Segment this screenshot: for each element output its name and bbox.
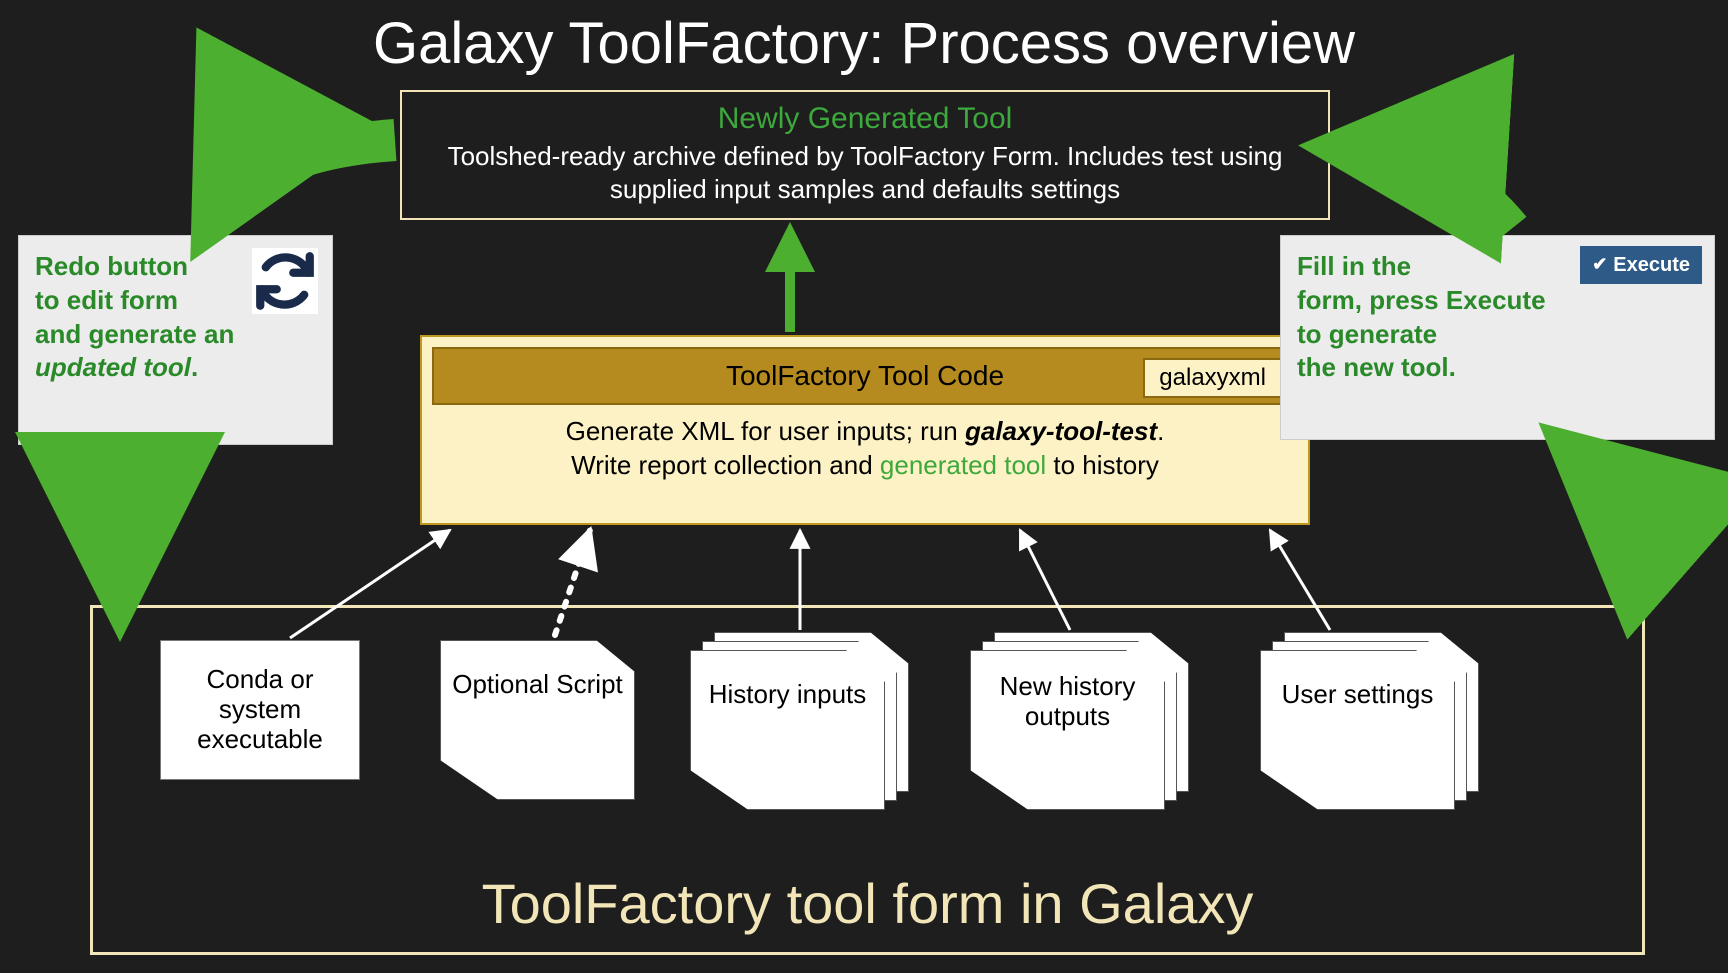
redo-l3: and generate an	[35, 319, 234, 349]
page-title: Galaxy ToolFactory: Process overview	[0, 10, 1728, 77]
card-conda: Conda or system executable	[160, 640, 360, 780]
toolcode-body: Generate XML for user inputs; run galaxy…	[432, 415, 1298, 483]
toolfactory-code-box: ToolFactory Tool Code galaxyxml Generate…	[420, 335, 1310, 525]
exec-l2: form, press Execute	[1297, 285, 1546, 315]
tc-line1c: .	[1157, 416, 1164, 446]
toolcode-header: ToolFactory Tool Code galaxyxml	[432, 347, 1298, 405]
execute-callout: ✔ Execute Fill in the form, press Execut…	[1280, 235, 1715, 440]
card-history-inputs-label: History inputs	[690, 680, 885, 710]
card-history-outputs: New history outputs	[970, 650, 1190, 820]
tc-line2a: Write report collection and	[571, 450, 880, 480]
execute-button[interactable]: ✔ Execute	[1580, 246, 1702, 284]
exec-l1: Fill in the	[1297, 251, 1411, 281]
card-optional-script: Optional Script	[440, 640, 635, 810]
redo-l2: to edit form	[35, 285, 178, 315]
tc-line1b: galaxy-tool-test	[965, 416, 1157, 446]
ngt-title: Newly Generated Tool	[422, 102, 1308, 136]
execute-label: Execute	[1613, 252, 1690, 278]
newly-generated-tool-box: Newly Generated Tool Toolshed-ready arch…	[400, 90, 1330, 220]
check-icon: ✔	[1592, 253, 1607, 276]
form-title: ToolFactory tool form in Galaxy	[93, 871, 1642, 936]
redo-l1: Redo button	[35, 251, 188, 281]
tc-line1a: Generate XML for user inputs; run	[566, 416, 965, 446]
card-user-settings: User settings	[1260, 650, 1480, 820]
exec-l4: the new tool.	[1297, 352, 1456, 382]
card-optional-script-label: Optional Script	[440, 670, 635, 700]
redo-callout: Redo button to edit form and generate an…	[18, 235, 333, 445]
tc-line2b: generated tool	[880, 450, 1046, 480]
galaxyxml-chip: galaxyxml	[1143, 358, 1282, 398]
card-user-settings-label: User settings	[1260, 680, 1455, 710]
card-history-outputs-label: New history outputs	[970, 672, 1165, 732]
ngt-description: Toolshed-ready archive defined by ToolFa…	[422, 140, 1308, 205]
exec-l3: to generate	[1297, 319, 1437, 349]
redo-l4: updated tool	[35, 352, 191, 382]
card-history-inputs: History inputs	[690, 650, 910, 820]
tc-line2c: to history	[1046, 450, 1159, 480]
redo-icon	[252, 248, 318, 314]
toolcode-header-label: ToolFactory Tool Code	[726, 360, 1004, 392]
